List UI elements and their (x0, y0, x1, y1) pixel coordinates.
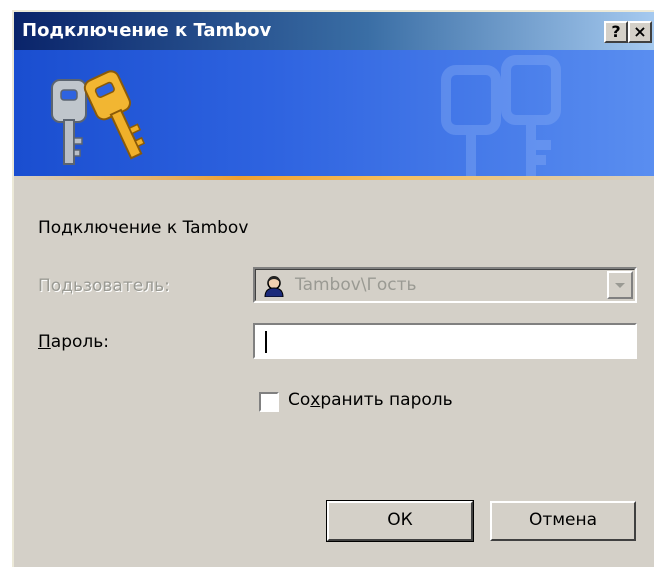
banner (14, 50, 654, 176)
cancel-button[interactable]: Отмена (490, 501, 636, 541)
banner-divider (14, 176, 654, 180)
save-password-checkbox[interactable] (259, 392, 279, 412)
save-password-label[interactable]: Сохранить пароль (288, 390, 453, 410)
password-input[interactable] (253, 323, 637, 359)
user-label: Подьзователь: (38, 276, 170, 296)
keys-watermark-icon (441, 55, 561, 176)
keys-icon (51, 70, 146, 165)
user-icon (264, 276, 284, 297)
password-label: Пароль: (38, 332, 110, 352)
ok-button[interactable]: ОК (326, 500, 474, 542)
close-button[interactable]: × (628, 21, 652, 43)
user-combobox[interactable]: Tambov\Гость (253, 267, 637, 303)
dialog-heading: Подключение к Tambov (38, 218, 249, 238)
user-value: Tambov\Гость (295, 275, 417, 295)
help-button[interactable]: ? (604, 21, 628, 43)
chevron-down-icon (615, 283, 625, 288)
text-caret (265, 331, 267, 353)
window-title: Подключение к Tambov (22, 20, 272, 41)
title-bar[interactable]: Подключение к Tambov ? × (14, 12, 654, 50)
connect-dialog: Подключение к Tambov ? × Подключение к T… (12, 10, 654, 567)
user-dropdown-button[interactable] (607, 271, 633, 299)
